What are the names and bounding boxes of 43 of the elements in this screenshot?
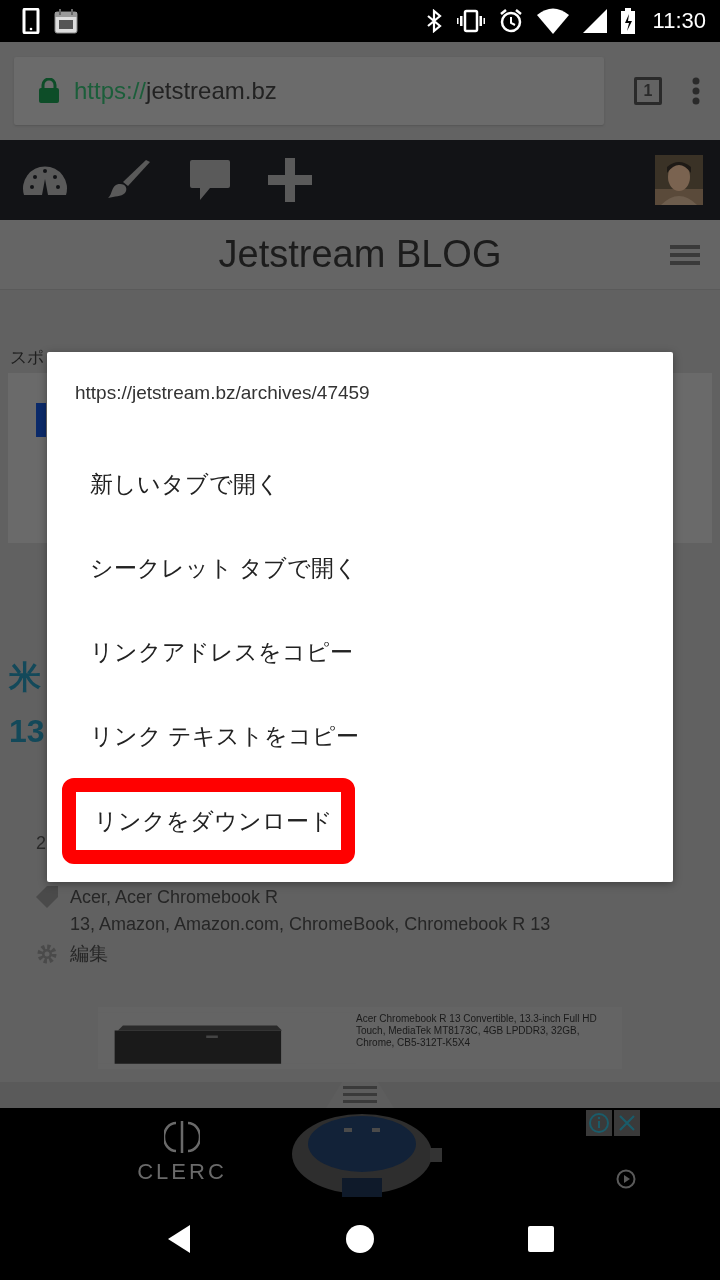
- speech-bubble-icon: [190, 160, 230, 200]
- calendar-icon: [54, 8, 78, 34]
- lock-icon: [38, 78, 60, 104]
- brand-name: CLERC: [137, 1158, 227, 1185]
- brush-icon: [106, 160, 152, 200]
- clock-time: 11:30: [652, 8, 706, 34]
- article-title[interactable]: 13: [9, 715, 45, 747]
- wifi-icon: [536, 8, 569, 34]
- edit-link[interactable]: 編集: [70, 941, 108, 967]
- menu-item[interactable]: リンクアドレスをコピー: [47, 610, 673, 694]
- menu-icon: [670, 245, 700, 265]
- recents-icon: [527, 1225, 554, 1252]
- tag-icon: [36, 886, 58, 908]
- info-icon: [586, 1110, 612, 1136]
- signal-icon: [582, 9, 607, 33]
- menu-item[interactable]: シークレット タブで開く: [47, 526, 673, 610]
- url-text: https://jetstream.bz: [74, 77, 277, 105]
- close-icon: [614, 1110, 640, 1136]
- plus-icon: [268, 158, 312, 202]
- tag-list[interactable]: 13, Amazon, Amazon.com, ChromeBook, Chromebook R 13: [70, 914, 720, 935]
- link-url: https://jetstream.bz/archives/47459: [75, 382, 371, 405]
- tag-list[interactable]: Acer, Acer Chromebook R: [70, 886, 720, 908]
- address-bar[interactable]: https://jetstream.bz: [14, 57, 604, 125]
- menu-item[interactable]: リンク テキストをコピー: [47, 694, 673, 778]
- tab-count-button[interactable]: 1: [634, 77, 662, 105]
- gear-icon: [36, 943, 58, 965]
- sponsor-label: スポ: [10, 347, 44, 369]
- ad-text-fragment: [36, 403, 46, 437]
- product-title: Acer Chromebook R 13 Convertible, 13.3-inch Full HD Touch, MediaTek MT8173C, 4GB LPDDR3, 32GB, Chrome, CB5-312T-K5X4: [356, 1012, 598, 1050]
- menu-item[interactable]: リンクをダウンロード: [62, 778, 355, 864]
- alarm-icon: [498, 9, 523, 33]
- dashboard-icon: [22, 163, 68, 197]
- blog-title[interactable]: Jetstream BLOG: [218, 233, 502, 276]
- vibrate-icon: [456, 9, 485, 33]
- home-icon: [345, 1223, 375, 1254]
- article-title[interactable]: 米: [9, 661, 41, 693]
- play-icon: [616, 1169, 636, 1189]
- menu-item[interactable]: 新しいタブで開く: [47, 442, 673, 526]
- phone-icon: [22, 8, 40, 34]
- menu-icon: [692, 77, 700, 105]
- back-icon: [166, 1222, 193, 1255]
- battery-icon: [620, 8, 635, 34]
- brand-logo-icon: [164, 1120, 200, 1153]
